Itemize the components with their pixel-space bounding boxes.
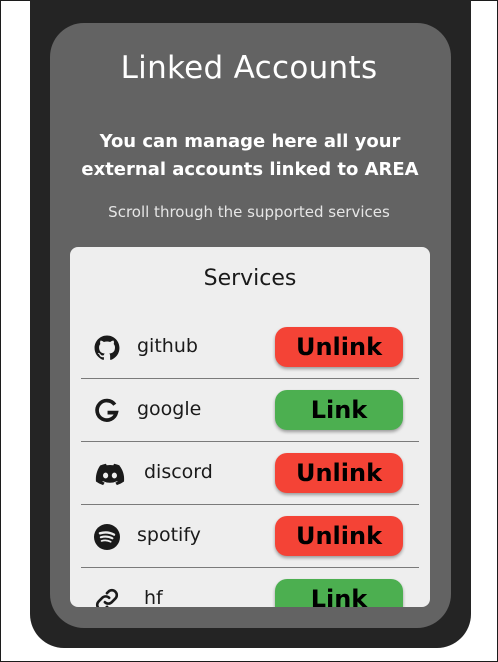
subtitle-line-2: external accounts linked to AREA — [81, 159, 419, 180]
service-name-github: github — [137, 335, 198, 357]
service-name-google: google — [137, 398, 202, 420]
service-row-discord: discord Unlink — [81, 442, 419, 505]
service-name-hf: hf — [144, 587, 163, 607]
service-row-spotify: spotify Unlink — [81, 505, 419, 568]
service-row-google: google Link — [81, 379, 419, 442]
link-google-button[interactable]: Link — [275, 390, 403, 430]
link-icon — [94, 587, 120, 607]
subtitle-line-1: You can manage here all your — [99, 131, 401, 152]
service-row-hf: hf Link — [81, 568, 419, 607]
discord-icon — [95, 461, 125, 487]
unlink-discord-button[interactable]: Unlink — [275, 453, 403, 493]
service-name-spotify: spotify — [137, 524, 201, 546]
link-hf-button[interactable]: Link — [275, 579, 403, 607]
unlink-github-button[interactable]: Unlink — [275, 327, 403, 367]
services-panel[interactable]: Services github Unlink google Link disco… — [70, 247, 430, 607]
page-title: Linked Accounts — [120, 50, 378, 86]
services-title: Services — [203, 266, 297, 291]
github-icon — [94, 335, 120, 361]
scroll-hint: Scroll through the supported services — [108, 203, 390, 221]
service-row-github: github Unlink — [81, 316, 419, 379]
unlink-spotify-button[interactable]: Unlink — [275, 516, 403, 556]
service-name-discord: discord — [144, 461, 213, 483]
google-icon — [94, 398, 120, 424]
page-subtitle: You can manage here all your external ac… — [60, 128, 440, 184]
spotify-icon — [94, 524, 120, 550]
